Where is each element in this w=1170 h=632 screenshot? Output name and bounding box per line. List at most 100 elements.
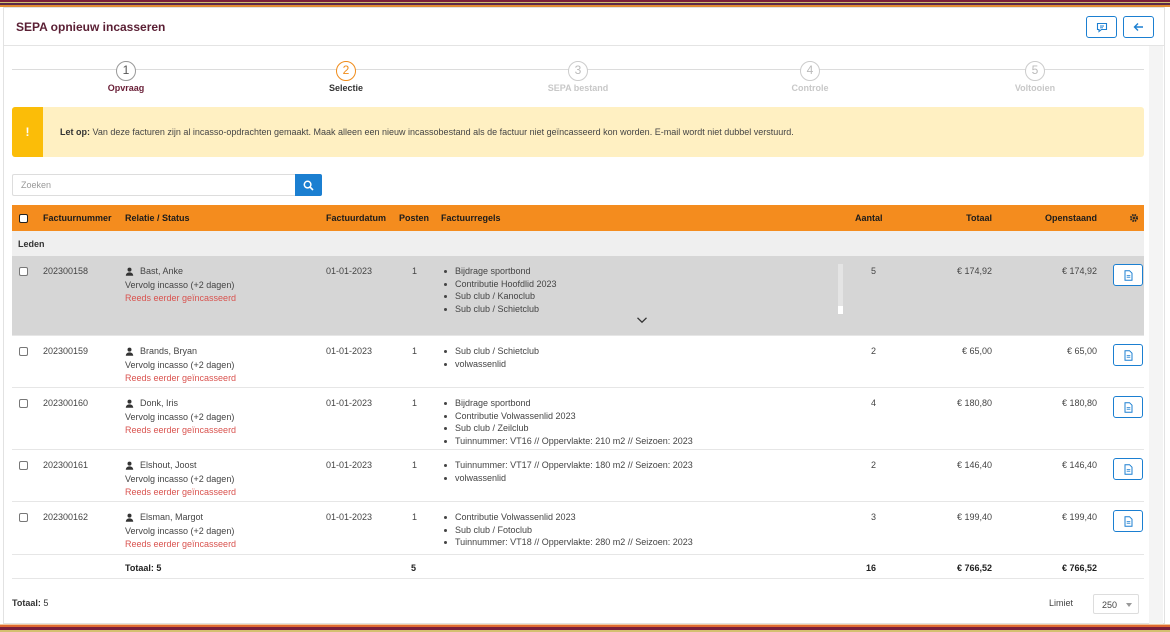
table-row[interactable]: 202300159 Brands, Bryan Vervolg incasso (+… [12, 336, 1144, 388]
window-header: SEPA opnieuw incasseren [4, 8, 1164, 46]
relation-name[interactable]: Donk, Iris [125, 398, 236, 408]
wizard-step-4: 4 Controle [750, 61, 870, 93]
relation-status: Elshout, Joost Vervolg incasso (+2 dagen)… [125, 460, 236, 497]
invoice-open: € 65,00 [1066, 346, 1097, 356]
table-header: Factuurnummer Relatie / Status Factuurda… [12, 205, 1144, 231]
row-checkbox[interactable] [19, 513, 28, 522]
step-number: 5 [1025, 61, 1045, 81]
table-row[interactable]: 202300161 Elshout, Joost Vervolg incasso (… [12, 450, 1144, 502]
table-row[interactable]: 202300162 Elsman, Margot Vervolg incasso (… [12, 502, 1144, 555]
invoice-date: 01-01-2023 [326, 512, 373, 522]
invoice-number: 202300158 [43, 266, 89, 276]
limit-label: Limiet [1049, 598, 1074, 608]
wizard-step-5: 5 Voltooien [975, 61, 1095, 93]
col-total[interactable]: Totaal [966, 213, 992, 223]
col-count[interactable]: Aantal [855, 213, 883, 223]
relation-status-text: Vervolg incasso (+2 dagen) [125, 412, 235, 422]
search-button[interactable] [295, 174, 322, 196]
view-invoice-button[interactable] [1113, 396, 1143, 418]
invoice-line: Sub club / Kanoclub [443, 290, 557, 303]
step-number: 3 [568, 61, 588, 81]
row-checkbox[interactable] [19, 399, 28, 408]
invoice-line: Bijdrage sportbond [443, 397, 693, 410]
group-header: Leden [12, 231, 1144, 256]
col-date[interactable]: Factuurdatum [326, 213, 386, 223]
line-count: 3 [870, 512, 876, 522]
document-icon [1124, 463, 1132, 475]
relation-name[interactable]: Brands, Bryan [125, 346, 236, 356]
step-label: SEPA bestand [547, 83, 609, 93]
document-icon [1124, 515, 1132, 527]
invoice-line: Tuinnummer: VT18 // Oppervlakte: 280 m2 … [443, 536, 693, 549]
invoice-date: 01-01-2023 [326, 346, 373, 356]
wizard-step-1: 1 Opvraag [66, 61, 186, 93]
view-invoice-button[interactable] [1113, 264, 1143, 286]
row-checkbox[interactable] [19, 267, 28, 276]
invoice-line: Contributie Hoofdlid 2023 [443, 278, 557, 291]
step-number: 4 [800, 61, 820, 81]
select-all-checkbox[interactable] [19, 214, 28, 223]
invoice-date: 01-01-2023 [326, 398, 373, 408]
invoice-number: 202300162 [43, 512, 89, 522]
view-invoice-button[interactable] [1113, 458, 1143, 480]
col-lines[interactable]: Factuurregels [441, 213, 501, 223]
already-collected-badge: Reeds eerder geïncasseerd [125, 293, 237, 303]
col-relation[interactable]: Relatie / Status [125, 213, 190, 223]
invoice-line: Tuinnummer: VT16 // Oppervlakte: 210 m2 … [443, 435, 693, 448]
back-button[interactable] [1123, 16, 1154, 38]
relation-name-text: Elshout, Joost [140, 460, 197, 470]
document-icon [1124, 269, 1132, 281]
footer-total: € 766,52 [956, 563, 992, 573]
brand-stripe-top [0, 0, 1170, 7]
row-checkbox[interactable] [19, 347, 28, 356]
posts-count: 1 [412, 346, 418, 356]
table-row[interactable]: 202300158 Bast, Anke Vervolg incasso (+2 d… [12, 256, 1144, 336]
step-label: Controle [791, 83, 829, 93]
limit-select[interactable]: 250 [1093, 594, 1139, 614]
line-count: 5 [870, 266, 876, 276]
gear-icon[interactable] [1129, 213, 1139, 223]
comment-button[interactable] [1086, 16, 1117, 38]
group-label: Leden [18, 239, 45, 249]
user-icon [125, 347, 134, 356]
step-label: Selectie [328, 83, 364, 93]
col-invoice[interactable]: Factuurnummer [43, 213, 112, 223]
invoice-date: 01-01-2023 [326, 266, 373, 276]
warning-icon: ! [12, 107, 43, 157]
step-number: 1 [116, 61, 136, 81]
chevron-down-icon [1126, 603, 1132, 607]
invoice-lines: Bijdrage sportbond Contributie Volwassenl… [443, 397, 693, 447]
line-count: 4 [870, 398, 876, 408]
posts-count: 1 [412, 512, 418, 522]
already-collected-badge: Reeds eerder geïncasseerd [125, 487, 237, 497]
lines-scrollbar[interactable] [838, 264, 843, 314]
relation-name-text: Elsman, Margot [140, 512, 204, 522]
step-label: Opvraag [107, 83, 145, 93]
invoice-lines: Bijdrage sportbond Contributie Hoofdlid 2… [443, 265, 557, 315]
relation-name[interactable]: Elsman, Margot [125, 512, 236, 522]
view-invoice-button[interactable] [1113, 510, 1143, 532]
posts-count: 1 [412, 460, 418, 470]
chevron-down-icon[interactable] [636, 316, 648, 324]
table-row[interactable]: 202300160 Donk, Iris Vervolg incasso (+2 d… [12, 388, 1144, 450]
col-posts[interactable]: Posten [399, 213, 429, 223]
view-invoice-button[interactable] [1113, 344, 1143, 366]
invoice-line: Sub club / Zeilclub [443, 422, 693, 435]
search-input[interactable] [12, 174, 295, 196]
relation-status: Bast, Anke Vervolg incasso (+2 dagen) Reed… [125, 266, 236, 303]
row-checkbox[interactable] [19, 461, 28, 470]
already-collected-badge: Reeds eerder geïncasseerd [125, 539, 237, 549]
document-icon [1124, 401, 1132, 413]
invoice-line: Contributie Volwassenlid 2023 [443, 511, 693, 524]
scrollbar[interactable] [1149, 46, 1163, 624]
invoice-open: € 199,40 [1061, 512, 1097, 522]
invoice-line: Bijdrage sportbond [443, 265, 557, 278]
alert-message: Van deze facturen zijn al incasso-opdrac… [92, 127, 794, 137]
alert-text: Let op: Van deze facturen zijn al incass… [60, 127, 794, 137]
relation-status: Elsman, Margot Vervolg incasso (+2 dagen)… [125, 512, 236, 549]
relation-name[interactable]: Bast, Anke [125, 266, 236, 276]
relation-name[interactable]: Elshout, Joost [125, 460, 236, 470]
invoice-open: € 146,40 [1061, 460, 1097, 470]
step-number: 2 [336, 61, 356, 81]
col-open[interactable]: Openstaand [1045, 213, 1097, 223]
